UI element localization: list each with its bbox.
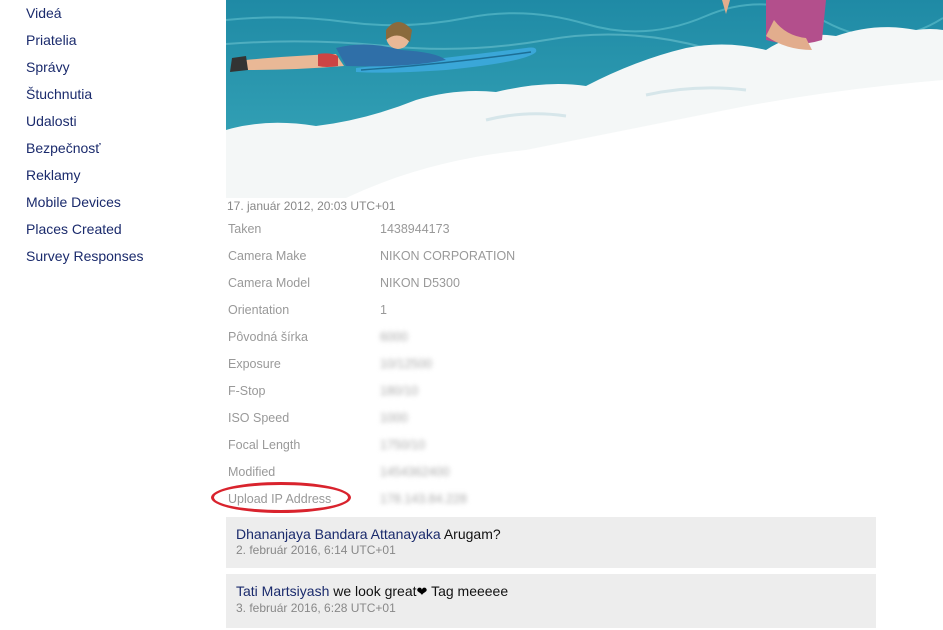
photo[interactable]: [226, 0, 943, 198]
heart-icon: ❤: [416, 584, 428, 599]
photo-metadata-table: Taken 1438944173 Camera Make NIKON CORPO…: [228, 215, 648, 512]
meta-label: Focal Length: [228, 438, 301, 452]
meta-value-blurred: 10/12500: [380, 357, 433, 371]
meta-value: NIKON CORPORATION: [380, 249, 516, 263]
comment-author-link[interactable]: Dhananjaya Bandara Attanayaka: [236, 526, 441, 542]
meta-value: 1: [380, 303, 387, 317]
page: Videá Priatelia Správy Štuchnutia Udalos…: [0, 0, 943, 630]
sidebar-nav: Videá Priatelia Správy Štuchnutia Udalos…: [26, 0, 216, 270]
meta-row-original-width: Pôvodná šírka 6000: [228, 323, 648, 350]
comment-text: Tag meeeee: [431, 583, 509, 599]
comment-line: Dhananjaya Bandara Attanayaka Arugam?: [236, 526, 876, 542]
sidebar-item-ads[interactable]: Reklamy: [26, 162, 216, 189]
comment-line: Tati Martsiyash we look great❤ Tag meeee…: [236, 583, 876, 600]
meta-value-blurred: 6000: [380, 330, 408, 344]
sidebar-item-friends[interactable]: Priatelia: [26, 27, 216, 54]
meta-value-blurred: 178.143.84.228: [380, 492, 467, 506]
meta-row-f-stop: F-Stop 180/10: [228, 377, 648, 404]
meta-label: Camera Model: [228, 276, 310, 290]
photo-timestamp: 17. január 2012, 20:03 UTC+01: [227, 199, 396, 213]
meta-label: Exposure: [228, 357, 281, 371]
meta-label: F-Stop: [228, 384, 266, 398]
comment-date: 3. február 2016, 6:28 UTC+01: [236, 601, 396, 615]
meta-label: Modified: [228, 465, 276, 479]
comment-text: Arugam?: [443, 526, 501, 542]
sidebar-item-messages[interactable]: Správy: [26, 54, 216, 81]
comment-text: we look great: [333, 583, 417, 599]
sidebar-item-survey-responses[interactable]: Survey Responses: [26, 243, 216, 270]
meta-value-blurred: 1454362400: [380, 465, 450, 479]
meta-row-taken: Taken 1438944173: [228, 215, 648, 242]
meta-label: Camera Make: [228, 249, 307, 263]
meta-row-camera-make: Camera Make NIKON CORPORATION: [228, 242, 648, 269]
comment-author-link[interactable]: Tati Martsiyash: [236, 583, 329, 599]
meta-row-camera-model: Camera Model NIKON D5300: [228, 269, 648, 296]
meta-row-focal-length: Focal Length 1750/10: [228, 431, 648, 458]
meta-label: ISO Speed: [228, 411, 290, 425]
sidebar-item-events[interactable]: Udalosti: [26, 108, 216, 135]
meta-label: Pôvodná šírka: [228, 330, 308, 344]
surf-photo-image: [226, 0, 943, 198]
meta-value: 1438944173: [380, 222, 450, 236]
sidebar-item-security[interactable]: Bezpečnosť: [26, 135, 216, 162]
meta-row-iso-speed: ISO Speed 1000: [228, 404, 648, 431]
sidebar-item-videos[interactable]: Videá: [26, 0, 216, 27]
meta-row-orientation: Orientation 1: [228, 296, 648, 323]
comment-date: 2. február 2016, 6:14 UTC+01: [236, 543, 396, 557]
meta-value-blurred: 180/10: [380, 384, 419, 398]
meta-row-exposure: Exposure 10/12500: [228, 350, 648, 377]
meta-row-upload-ip-address: Upload IP Address 178.143.84.228: [228, 485, 648, 512]
comment: Tati Martsiyash we look great❤ Tag meeee…: [226, 574, 876, 628]
meta-row-modified: Modified 1454362400: [228, 458, 648, 485]
comment: Dhananjaya Bandara Attanayaka Arugam? 2.…: [226, 517, 876, 568]
meta-value: NIKON D5300: [380, 276, 460, 290]
meta-value-blurred: 1750/10: [380, 438, 426, 452]
meta-label: Upload IP Address: [228, 492, 332, 506]
meta-label: Orientation: [228, 303, 290, 317]
sidebar-item-places-created[interactable]: Places Created: [26, 216, 216, 243]
sidebar-item-mobile-devices[interactable]: Mobile Devices: [26, 189, 216, 216]
meta-label: Taken: [228, 222, 262, 236]
sidebar-item-pokes[interactable]: Štuchnutia: [26, 81, 216, 108]
meta-value-blurred: 1000: [380, 411, 408, 425]
